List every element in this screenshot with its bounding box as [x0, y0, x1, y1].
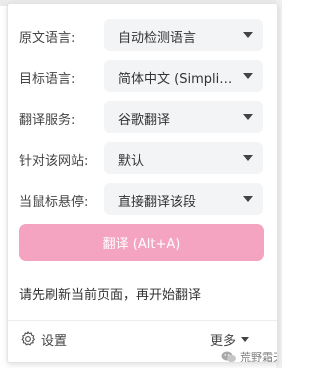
source-language-value: 自动检测语言: [118, 31, 197, 46]
translate-popup-panel: 原文语言: 自动检测语言 目标语言: 简体中文 (Simplified Chin…: [7, 3, 278, 363]
row-target-language: 目标语言: 简体中文 (Simplified Chinese): [8, 60, 277, 94]
site-rule-label: 针对该网站:: [19, 154, 89, 169]
chevron-down-icon: [243, 155, 253, 161]
row-hover-action: 当鼠标悬停: 直接翻译该段: [8, 183, 277, 217]
site-rule-value: 默认: [118, 154, 145, 169]
footer-divider: [8, 320, 277, 321]
translation-service-label: 翻译服务:: [19, 113, 76, 128]
more-label: 更多: [210, 333, 237, 349]
source-language-select[interactable]: 自动检测语言: [104, 19, 263, 51]
chevron-down-icon: [243, 73, 253, 79]
row-site-rule: 针对该网站: 默认: [8, 142, 277, 176]
row-translation-service: 翻译服务: 谷歌翻译: [8, 101, 277, 135]
more-button[interactable]: 更多: [210, 328, 250, 350]
gear-icon: [21, 331, 35, 346]
watermark-text: 荒野霜天: [240, 351, 277, 363]
chevron-down-icon: [243, 196, 253, 202]
settings-button[interactable]: 设置: [19, 328, 67, 350]
watermark: 荒野霜天: [221, 348, 277, 363]
settings-label: 设置: [41, 333, 68, 349]
translation-service-select[interactable]: 谷歌翻译: [104, 101, 263, 133]
hover-action-value: 直接翻译该段: [118, 195, 197, 210]
translation-service-value: 谷歌翻译: [118, 113, 171, 128]
translate-button[interactable]: 翻译 (Alt+A): [19, 224, 264, 261]
hover-action-select[interactable]: 直接翻译该段: [104, 183, 263, 215]
chevron-down-icon: [243, 32, 253, 38]
wechat-icon: [221, 351, 236, 362]
site-rule-select[interactable]: 默认: [104, 142, 263, 174]
target-language-value: 简体中文 (Simplified Chinese): [118, 72, 238, 87]
chevron-down-icon: [243, 114, 253, 120]
refresh-hint-text: 请先刷新当前页面，再开始翻译: [19, 288, 202, 303]
target-language-select[interactable]: 简体中文 (Simplified Chinese): [104, 60, 263, 92]
chevron-down-icon: [241, 336, 250, 342]
source-language-label: 原文语言:: [19, 31, 76, 46]
target-language-label: 目标语言:: [19, 72, 76, 87]
row-source-language: 原文语言: 自动检测语言: [8, 19, 277, 53]
hover-action-label: 当鼠标悬停:: [19, 195, 89, 210]
